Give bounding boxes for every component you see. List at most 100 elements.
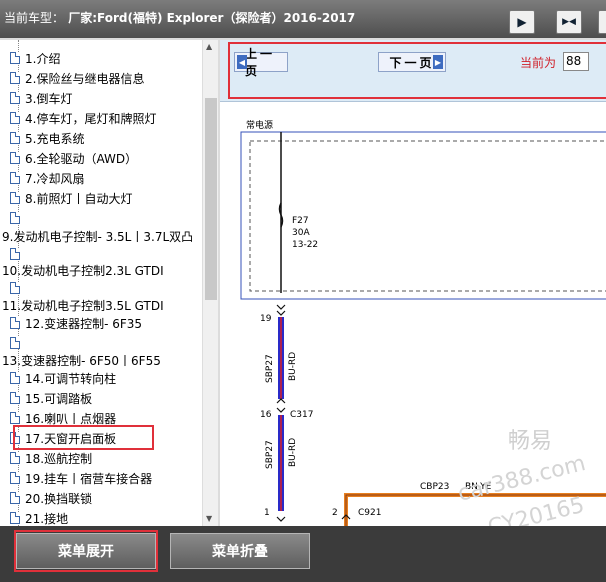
tree-item[interactable]: 21.接地: [10, 508, 68, 526]
watermark-text: CY20165: [485, 493, 587, 526]
document-icon: [10, 472, 20, 484]
connector-name: C921: [358, 508, 381, 518]
connector-arrow: [276, 407, 286, 413]
document-icon: [10, 112, 20, 124]
tree-item[interactable]: 7.冷却风扇: [10, 168, 84, 188]
diagram-panel: ◀ 上一页 下一页 ▶ 当前为 88 常电源 F27 30A 13-22 19 …: [220, 40, 606, 526]
tree-item[interactable]: 3.倒车灯: [10, 88, 72, 108]
document-icon: [10, 72, 20, 84]
tree-item-label: 21.接地: [25, 511, 69, 526]
tree-folder[interactable]: 9.发动机电子控制- 3.5L丨3.7L双凸: [2, 226, 193, 246]
document-icon: [10, 192, 20, 204]
tree-folder[interactable]: 10.发动机电子控制2.3L GTDI: [2, 260, 164, 280]
document-icon: [10, 372, 20, 384]
sidebar-scrollbar[interactable]: ▲ ▼: [202, 40, 218, 526]
pin-number: 2: [332, 508, 338, 518]
tree-item[interactable]: 5.充电系统: [10, 128, 84, 148]
fuse-location: 13-22: [292, 240, 318, 250]
tree-item-label: 6.全轮驱动（AWD）: [25, 151, 138, 166]
tree-item-label: 19.挂车丨宿营车接合器: [25, 471, 153, 486]
tree-item-label: 2.保险丝与继电器信息: [25, 71, 145, 86]
tree-item-label: 8.前照灯丨自动大灯: [25, 191, 133, 206]
tree-item-label: 3.倒车灯: [25, 91, 73, 106]
tree-item-label: 4.停车灯，尾灯和牌照灯: [25, 111, 157, 126]
tree-item[interactable]: [10, 208, 25, 228]
tree-item[interactable]: 18.巡航控制: [10, 448, 92, 468]
pin-number: 16: [260, 410, 272, 420]
document-icon: [10, 317, 20, 329]
tree-folder-label: 10.发动机电子控制2.3L GTDI: [2, 263, 164, 278]
tree-item-label: 12.变速器控制- 6F35: [25, 316, 143, 331]
scroll-up-icon[interactable]: ▲: [206, 42, 212, 51]
document-icon: [10, 212, 20, 224]
split-view-button[interactable]: ▶◀: [556, 10, 582, 34]
tree-item-label: 14.可调节转向柱: [25, 371, 117, 386]
fuse-rating: 30A: [292, 228, 310, 238]
pin-number: 1: [264, 508, 270, 518]
nav-highlight: [228, 42, 606, 99]
expand-highlight: [14, 530, 158, 572]
fuse-name: F27: [292, 216, 309, 226]
tree-item[interactable]: 15.可调踏板: [10, 388, 92, 408]
document-icon: [10, 492, 20, 504]
connector-arrow: [276, 304, 286, 310]
tree-item[interactable]: 4.停车灯，尾灯和牌照灯: [10, 108, 156, 128]
wire2-color: BU-RD: [288, 438, 298, 467]
tree-item-label: 1.介绍: [25, 51, 61, 66]
document-icon: [10, 412, 20, 424]
document-icon: [10, 512, 20, 524]
tree-item[interactable]: 12.变速器控制- 6F35: [10, 313, 142, 333]
document-icon: [10, 152, 20, 164]
wiring-diagram: 常电源 F27 30A 13-22 19 SBP27 BU-RD 16 C317…: [240, 119, 606, 526]
tree-item[interactable]: 2.保险丝与继电器信息: [10, 68, 144, 88]
tree-folder[interactable]: 13.变速器控制- 6F50丨6F55: [2, 350, 161, 370]
next-icon-button[interactable]: ▶: [509, 10, 535, 34]
connector-arrow: [276, 516, 286, 522]
title-bar: 当前车型： 厂家:Ford(福特) Explorer（探险者）2016-2017…: [0, 0, 606, 38]
split-icon: ▶◀: [562, 17, 576, 27]
tree-item-label: 15.可调踏板: [25, 391, 93, 406]
document-icon: [10, 248, 20, 260]
tree-item[interactable]: 20.换挡联锁: [10, 488, 92, 508]
tree-item-label: 18.巡航控制: [25, 451, 93, 466]
tree-folder-label: 13.变速器控制- 6F50丨6F55: [2, 353, 161, 368]
document-icon: [10, 452, 20, 464]
page-nav-bar: ◀ 上一页 下一页 ▶ 当前为 88: [220, 40, 606, 102]
menu-collapse-button[interactable]: 菜单折叠: [170, 533, 310, 569]
tree-item[interactable]: 8.前照灯丨自动大灯: [10, 188, 132, 208]
tree-item[interactable]: 1.介绍: [10, 48, 60, 68]
watermark-text: 畅易: [508, 429, 552, 454]
tree-folder-label: 11.发动机电子控制3.5L GTDI: [2, 298, 164, 313]
document-icon: [10, 92, 20, 104]
tree-item-label: 7.冷却风扇: [25, 171, 85, 186]
menu-tree: 1.介绍 2.保险丝与继电器信息 3.倒车灯 4.停车灯，尾灯和牌照灯 5.充电…: [0, 40, 218, 526]
document-icon: [10, 172, 20, 184]
wire3-code: CBP23: [420, 482, 449, 492]
connector-name: C317: [290, 410, 313, 420]
vehicle-label: 当前车型：: [4, 11, 65, 25]
wire1-code: SBP27: [265, 354, 275, 383]
vehicle-name: 厂家:Ford(福特) Explorer（探险者）2016-2017: [68, 11, 356, 25]
tree-item[interactable]: 19.挂车丨宿营车接合器: [10, 468, 152, 488]
wire1-color: BU-RD: [288, 352, 298, 381]
play-icon: ▶: [517, 15, 527, 29]
prev-icon-button[interactable]: ◀: [598, 10, 606, 34]
connector-arrow: [276, 398, 286, 404]
tree-item-label: 16.喇叭丨点烟器: [25, 411, 117, 426]
menu-collapse-label: 菜单折叠: [212, 544, 268, 560]
scroll-thumb[interactable]: [205, 98, 217, 300]
vehicle-title: 当前车型： 厂家:Ford(福特) Explorer（探险者）2016-2017: [4, 9, 355, 26]
tree-item[interactable]: 6.全轮驱动（AWD）: [10, 148, 137, 168]
document-icon: [10, 392, 20, 404]
scroll-down-icon[interactable]: ▼: [206, 514, 212, 523]
tree-item-label: 5.充电系统: [25, 131, 85, 146]
connector-arrow: [276, 310, 286, 316]
wire2-code: SBP27: [265, 440, 275, 469]
tree-item[interactable]: 14.可调节转向柱: [10, 368, 116, 388]
tree-folder-label: 9.发动机电子控制- 3.5L丨3.7L双凸: [2, 229, 194, 244]
document-icon: [10, 52, 20, 64]
document-icon: [10, 282, 20, 294]
document-icon: [10, 337, 20, 349]
tree-folder[interactable]: 11.发动机电子控制3.5L GTDI: [2, 295, 164, 315]
document-icon: [10, 132, 20, 144]
